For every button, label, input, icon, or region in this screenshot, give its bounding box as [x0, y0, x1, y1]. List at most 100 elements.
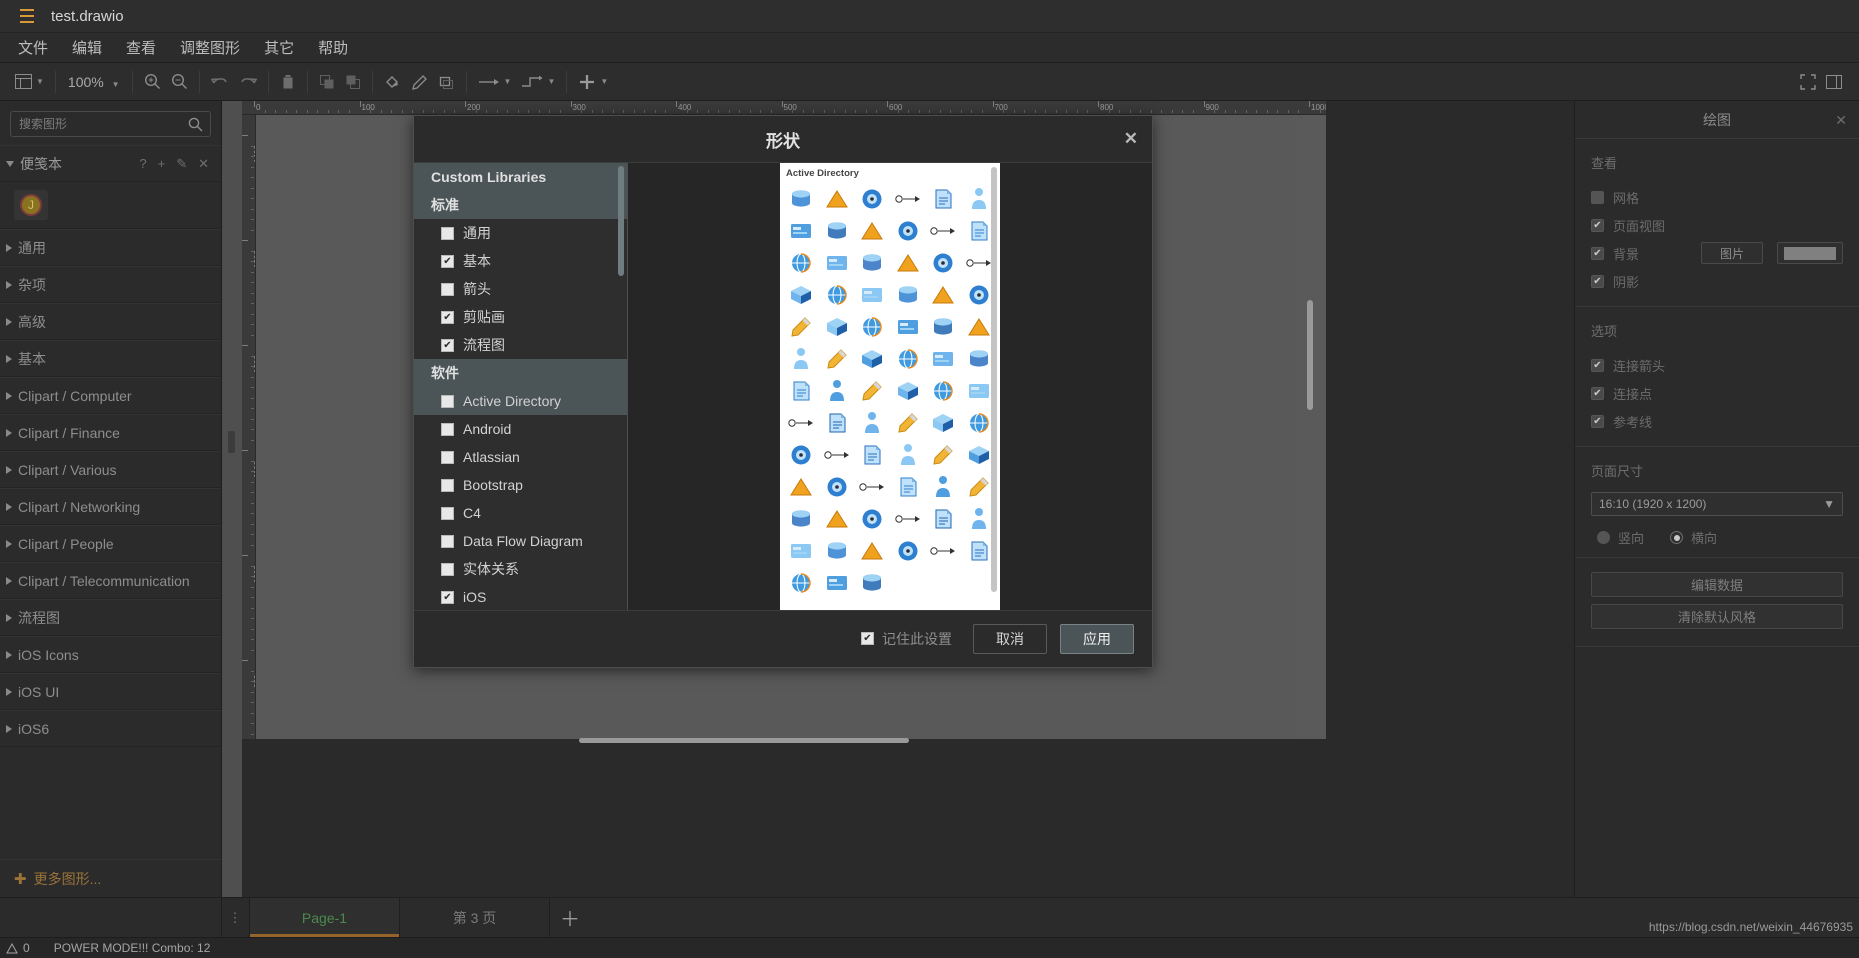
guides-row[interactable]: ✔ 参考线 [1591, 408, 1843, 434]
shape-item[interactable] [820, 183, 855, 214]
remember-checkbox[interactable]: ✔ [861, 632, 874, 645]
library-checkbox[interactable]: ✔ [441, 534, 454, 548]
library-checkbox[interactable]: ✔ [441, 478, 454, 492]
shape-item[interactable] [855, 471, 890, 502]
menu-arrange[interactable]: 调整图形 [168, 34, 252, 61]
edit-data-button[interactable]: 编辑数据 [1591, 572, 1843, 597]
zoom-out-button[interactable] [166, 69, 193, 95]
search-input[interactable] [11, 117, 188, 131]
library-item-atlassian[interactable]: ✔ Atlassian [414, 443, 627, 471]
waypoints-button[interactable]: ▼ [516, 69, 560, 95]
sidebar-item-clipart-computer[interactable]: Clipart / Computer [0, 377, 221, 414]
shape-item[interactable] [784, 375, 819, 406]
library-item-general[interactable]: ✔ 通用 [414, 219, 627, 247]
shape-item[interactable] [891, 375, 926, 406]
sidebar-item-clipart-telecommunication[interactable]: Clipart / Telecommunication [0, 562, 221, 599]
shape-item[interactable] [891, 503, 926, 534]
cancel-button[interactable]: 取消 [973, 623, 1047, 654]
sidebar-item-advanced[interactable]: 高级 [0, 303, 221, 340]
remember-setting-row[interactable]: ✔ 记住此设置 [861, 629, 952, 649]
shape-item[interactable] [926, 247, 961, 278]
shape-item[interactable] [891, 247, 926, 278]
sidebar-item-clipart-networking[interactable]: Clipart / Networking [0, 488, 221, 525]
library-checkbox[interactable]: ✔ [441, 590, 454, 604]
redo-button[interactable] [234, 69, 262, 95]
shape-item[interactable] [784, 215, 819, 246]
page-view-checkbox[interactable]: ✔ [1591, 218, 1604, 232]
background-color-button[interactable] [1777, 242, 1843, 264]
shape-item[interactable] [926, 311, 961, 342]
library-checkbox[interactable]: ✔ [441, 506, 454, 520]
shape-item[interactable] [820, 343, 855, 374]
shape-item[interactable] [855, 439, 890, 470]
library-list-scrollbar[interactable] [618, 166, 624, 276]
to-back-button[interactable] [340, 69, 366, 95]
connection-points-checkbox[interactable]: ✔ [1591, 386, 1604, 400]
library-item-c4[interactable]: ✔ C4 [414, 499, 627, 527]
library-checkbox[interactable]: ✔ [441, 450, 454, 464]
library-checkbox[interactable]: ✔ [441, 310, 454, 324]
sidebar-item-clipart-people[interactable]: Clipart / People [0, 525, 221, 562]
shape-item[interactable] [784, 439, 819, 470]
shape-item[interactable] [784, 407, 819, 438]
shape-item[interactable] [820, 535, 855, 566]
sidebar-item-ios-icons[interactable]: iOS Icons [0, 636, 221, 673]
shape-item[interactable] [891, 439, 926, 470]
shape-item[interactable] [784, 183, 819, 214]
apply-button[interactable]: 应用 [1060, 623, 1134, 654]
menu-edit[interactable]: 编辑 [60, 34, 114, 61]
tab-page-3[interactable]: 第 3 页 [400, 898, 550, 937]
shape-item[interactable] [820, 247, 855, 278]
shape-item[interactable] [820, 215, 855, 246]
splitter-grip[interactable] [228, 431, 235, 453]
library-list[interactable]: Custom Libraries 标准 ✔ 通用 ✔ 基本 ✔ 箭头 ✔ 剪贴画 [414, 163, 628, 610]
shape-item[interactable] [820, 503, 855, 534]
more-shapes-button[interactable]: ✚ 更多图形... [0, 859, 221, 897]
edit-icon[interactable]: ✎ [176, 156, 187, 172]
sidebar-item-scratchpad[interactable]: 便笺本 ? + ✎ ✕ [0, 145, 221, 182]
shape-item[interactable] [855, 567, 890, 598]
scratchpad-shape[interactable]: J [14, 190, 48, 220]
shape-grid[interactable] [780, 183, 1000, 598]
shape-item[interactable] [855, 343, 890, 374]
shape-item[interactable] [784, 471, 819, 502]
shape-item[interactable] [891, 535, 926, 566]
sidebar-splitter[interactable] [222, 101, 242, 897]
shape-item[interactable] [820, 407, 855, 438]
sidebar-item-ios-ui[interactable]: iOS UI [0, 673, 221, 710]
grid-row[interactable]: ✔ 网格 [1591, 184, 1843, 210]
shape-item[interactable] [855, 311, 890, 342]
shape-item[interactable] [784, 311, 819, 342]
search-box[interactable] [10, 111, 211, 137]
connection-arrows-checkbox[interactable]: ✔ [1591, 358, 1604, 372]
menu-help[interactable]: 帮助 [306, 34, 360, 61]
shape-item[interactable] [820, 279, 855, 310]
library-checkbox[interactable]: ✔ [441, 422, 454, 436]
library-checkbox[interactable]: ✔ [441, 254, 454, 268]
fill-color-button[interactable] [379, 69, 406, 95]
shape-item[interactable] [784, 567, 819, 598]
canvas-vscrollbar-thumb[interactable] [1307, 300, 1313, 410]
menu-file[interactable]: 文件 [6, 34, 60, 61]
preview-scrollbar[interactable] [991, 167, 997, 592]
grid-checkbox[interactable]: ✔ [1591, 190, 1604, 204]
page-size-select[interactable]: 16:10 (1920 x 1200) ▼ [1591, 492, 1843, 516]
sidebar-item-misc[interactable]: 杂项 [0, 266, 221, 303]
shape-item[interactable] [820, 311, 855, 342]
shape-item[interactable] [926, 279, 961, 310]
shape-item[interactable] [891, 279, 926, 310]
shape-item[interactable] [855, 247, 890, 278]
to-front-button[interactable] [314, 69, 340, 95]
shape-item[interactable] [891, 407, 926, 438]
library-item-data-flow-diagram[interactable]: ✔ Data Flow Diagram [414, 527, 627, 555]
fullscreen-button[interactable] [1795, 69, 1821, 95]
connection-button[interactable]: ▼ [473, 69, 517, 95]
library-item-android[interactable]: ✔ Android [414, 415, 627, 443]
library-checkbox[interactable]: ✔ [441, 282, 454, 296]
menu-view[interactable]: 查看 [114, 34, 168, 61]
shadow-checkbox[interactable]: ✔ [1591, 274, 1604, 288]
shape-item[interactable] [926, 535, 961, 566]
shape-item[interactable] [855, 375, 890, 406]
insert-button[interactable]: ▼ [573, 69, 613, 95]
add-icon[interactable]: + [158, 156, 166, 172]
